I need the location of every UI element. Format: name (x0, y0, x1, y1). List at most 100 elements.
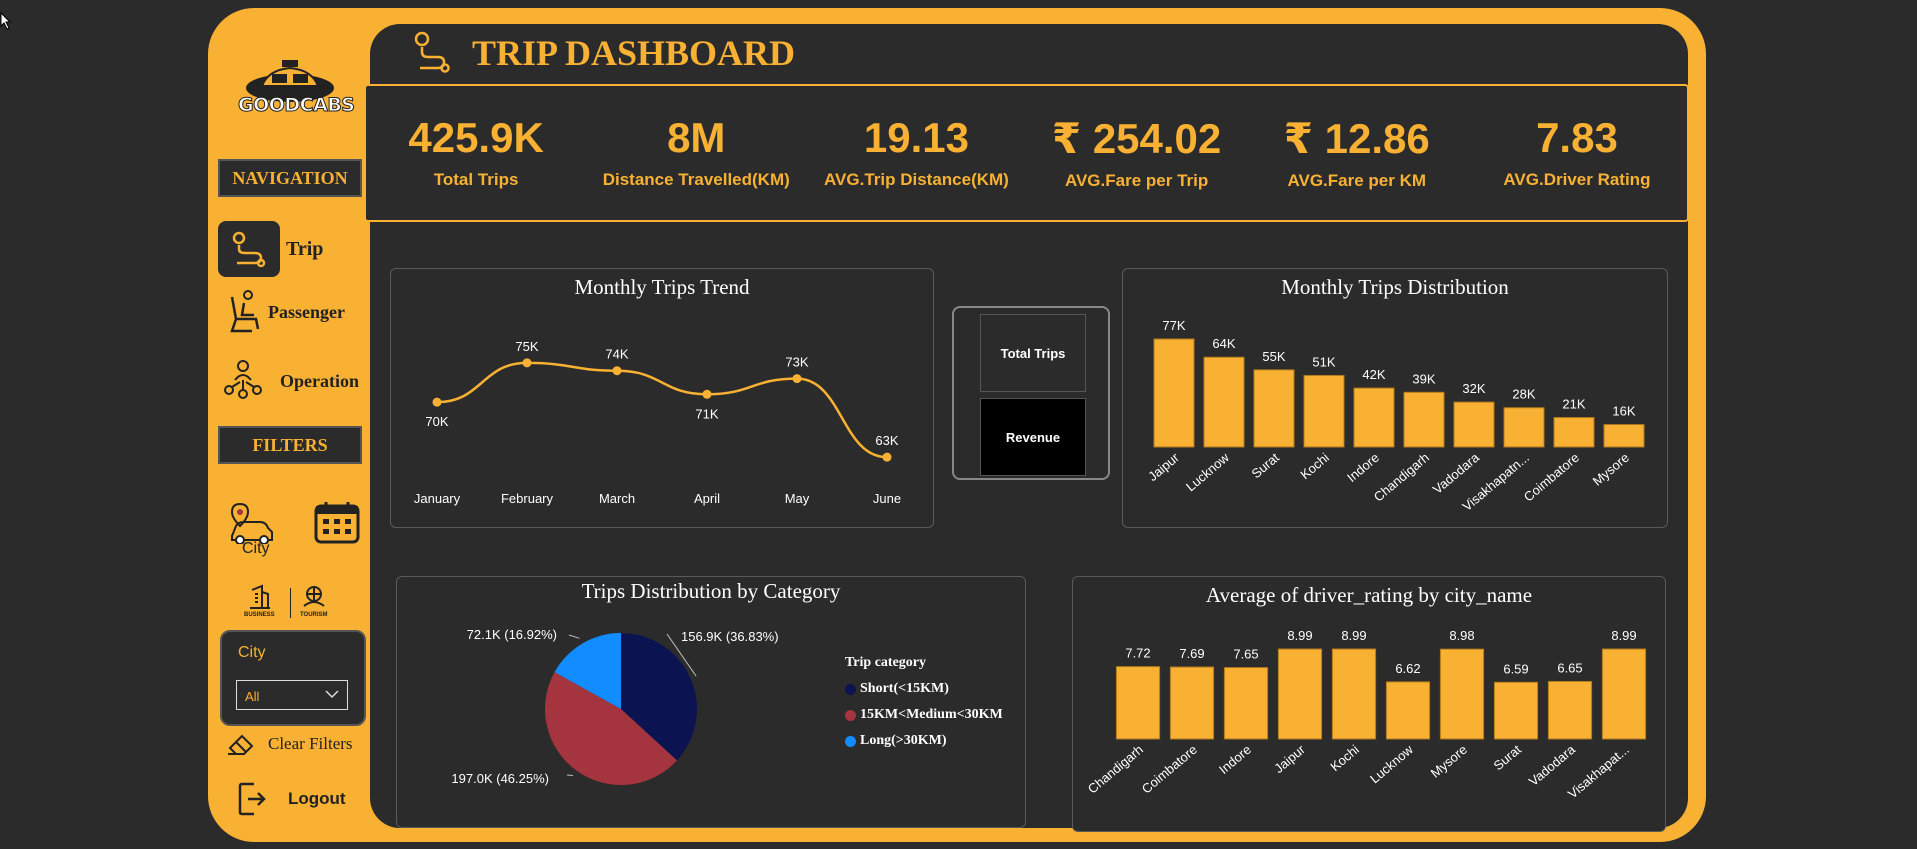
tourism-icon (303, 586, 325, 607)
data-label: 8.99 (1611, 628, 1636, 643)
kpi-driver-rating: 7.83 AVG.Driver Rating (1467, 86, 1687, 220)
goodcabs-logo: GOODCABS (238, 52, 356, 124)
logo-text: GOODCABS (238, 94, 356, 117)
nav-item-operation[interactable]: Operation (218, 353, 359, 409)
bar (1403, 391, 1445, 448)
main-panel: TRIP DASHBOARD 425.9K Total Trips 8M Dista… (364, 24, 1689, 832)
header: TRIP DASHBOARD (412, 30, 795, 76)
city-icon-label: City (242, 540, 270, 557)
data-label: 6.62 (1395, 661, 1420, 676)
data-label: 72.1K (16.92%) (467, 627, 557, 642)
bar (1253, 369, 1295, 448)
bar (1153, 338, 1195, 448)
dashboard-frame: GOODCABS NAVIGATION Trip Passenger Opera… (208, 8, 1706, 842)
bar (1277, 648, 1323, 740)
bar (1601, 648, 1647, 740)
business-label: BUSINESS (244, 612, 275, 618)
kpi-total-trips: 425.9K Total Trips (366, 86, 586, 220)
bar (1547, 680, 1593, 740)
calendar-icon[interactable] (314, 500, 360, 544)
x-tick-label: Chandigarh (1085, 742, 1146, 797)
bar (1553, 417, 1595, 448)
revenue-toggle-button[interactable]: Revenue (980, 398, 1086, 476)
logout-button[interactable]: Logout (238, 782, 346, 816)
x-tick-label: Indore (1344, 450, 1382, 485)
data-label: 28K (1512, 387, 1535, 402)
trips-by-category-card: Trips Distribution by Category 156.9K (3… (396, 576, 1026, 828)
x-tick-label: January (414, 491, 461, 506)
x-tick-label: Coimbatore (1139, 742, 1200, 797)
city-dropdown-value: All (245, 689, 260, 704)
bar (1203, 356, 1245, 448)
business-building-icon (250, 584, 270, 609)
nav-item-trip[interactable]: Trip (218, 221, 323, 277)
line-point (882, 452, 892, 462)
nav-label-operation: Operation (280, 370, 359, 391)
kpi-label: Total Trips (433, 170, 519, 189)
data-label: 63K (875, 433, 898, 448)
kpi-label: AVG.Fare per KM (1287, 171, 1427, 190)
x-tick-label: Surat (1490, 742, 1524, 774)
legend-label: Long(>30KM) (860, 733, 947, 748)
total-trips-toggle-button[interactable]: Total Trips (980, 314, 1086, 392)
team-network-icon (218, 353, 268, 409)
kpi-value: ₹ 254.02 (1051, 115, 1222, 162)
kpi-value: ₹ 12.86 (1283, 115, 1430, 162)
x-tick-label: May (785, 491, 810, 506)
filters-title: FILTERS (218, 426, 362, 464)
city-dropdown[interactable]: All (236, 680, 348, 710)
line-chart: 70K January 75K February 74K March 71K April 73K… (414, 339, 901, 506)
kpi-label: AVG.Driver Rating (1503, 170, 1651, 189)
bar-chart: 7.72 Chandigarh 7.69 Coimbatore 7.65 Indore 8.… (1085, 628, 1647, 801)
eraser-icon (228, 734, 254, 755)
bar (1453, 401, 1495, 448)
clear-filters-button[interactable]: Clear Filters (226, 732, 353, 756)
legend-item-long: Long(>30KM) (845, 733, 1003, 749)
filter-icons: City (226, 492, 360, 562)
legend-label: Short(<15KM) (860, 681, 949, 696)
x-tick-label: Jaipur (1271, 741, 1308, 776)
data-label: 7.65 (1233, 647, 1258, 662)
kpi-label: AVG.Fare per Trip (1064, 171, 1209, 190)
x-tick-label: Mysore (1590, 450, 1632, 489)
bar (1115, 666, 1161, 740)
trip-type-toggle[interactable]: BUSINESS TOURISM (244, 584, 344, 624)
line-point (702, 389, 712, 399)
x-tick-label: Chandigarh (1371, 450, 1432, 505)
data-label: 7.72 (1125, 646, 1150, 661)
data-label: 8.99 (1287, 628, 1312, 643)
route-icon (218, 221, 280, 277)
bar-chart: 77K Jaipur 64K Lucknow 55K Surat 51K Kochi 42K In… (1145, 318, 1645, 514)
bar (1353, 387, 1395, 448)
data-label: 197.0K (46.25%) (451, 771, 549, 786)
data-label: 8.98 (1449, 628, 1474, 643)
line-point (612, 366, 622, 376)
data-label: 51K (1312, 354, 1335, 369)
x-tick-label: June (873, 491, 901, 506)
toggle-divider (290, 588, 291, 618)
trend-line (436, 361, 888, 459)
data-label: 6.59 (1503, 661, 1528, 676)
mouse-cursor-icon (0, 12, 12, 30)
monthly-trips-distribution-card: Monthly Trips Distribution 77K Jaipur 64K L… (1122, 268, 1668, 528)
chevron-down-icon (325, 690, 339, 699)
data-label: 70K (425, 414, 448, 429)
sidebar: GOODCABS NAVIGATION Trip Passenger Opera… (208, 8, 370, 842)
kpi-value: 8M (667, 114, 726, 161)
data-label: 21K (1562, 397, 1585, 412)
kpi-label: AVG.Trip Distance(KM) (824, 170, 1009, 189)
x-tick-label: Lucknow (1183, 449, 1232, 494)
city-filter-card: City All (220, 630, 366, 726)
data-label: 7.69 (1179, 646, 1204, 661)
metric-toggle: Total Trips Revenue (952, 306, 1110, 480)
x-tick-label: Jaipur (1145, 449, 1182, 484)
kpi-label: Distance Travelled(KM) (602, 170, 790, 189)
city-car-icon[interactable] (226, 502, 276, 544)
legend-title: Trip category (845, 655, 926, 670)
pie-legend: Trip category Short(<15KM) 15KM<Medium<3… (845, 655, 1003, 749)
route-icon (414, 31, 450, 73)
legend-item-medium: 15KM<Medium<30KM (845, 707, 1003, 723)
bar (1439, 648, 1485, 740)
nav-item-passenger[interactable]: Passenger (218, 284, 345, 340)
clear-filters-label: Clear Filters (268, 734, 353, 753)
